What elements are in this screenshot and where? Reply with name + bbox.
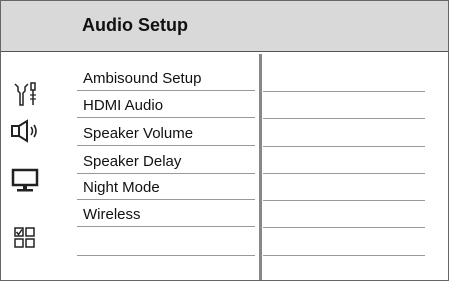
menu-item-ambisound-setup[interactable]: Ambisound Setup bbox=[77, 67, 255, 91]
menu-item-label: Speaker Volume bbox=[83, 125, 194, 142]
speaker-icon[interactable] bbox=[9, 116, 41, 146]
header-bar: Audio Setup bbox=[1, 1, 448, 52]
menu-item-night-mode[interactable]: Night Mode bbox=[77, 176, 255, 200]
submenu-row-separator bbox=[263, 146, 425, 147]
submenu-row-separator bbox=[263, 255, 425, 256]
column-divider bbox=[259, 54, 262, 280]
menu-item-hdmi-audio[interactable]: HDMI Audio bbox=[77, 94, 255, 118]
submenu-row-separator bbox=[263, 118, 425, 119]
menu-item-wireless[interactable]: Wireless bbox=[77, 203, 255, 227]
menu-item-label: HDMI Audio bbox=[83, 97, 164, 114]
menu-item-speaker-volume[interactable]: Speaker Volume bbox=[77, 122, 255, 146]
menu-item-label: Ambisound Setup bbox=[83, 70, 202, 87]
submenu-row-separator bbox=[263, 173, 425, 174]
menu-item-label: Night Mode bbox=[83, 179, 160, 196]
menu-item-label: Wireless bbox=[83, 206, 141, 223]
submenu-row-separator bbox=[263, 227, 425, 228]
preferences-icon[interactable] bbox=[9, 223, 41, 253]
menu-item-speaker-delay[interactable]: Speaker Delay bbox=[77, 150, 255, 174]
menu-row-separator bbox=[77, 255, 255, 256]
osd-window: Audio Setup Ambisound Setup HDMI Audio S… bbox=[0, 0, 449, 281]
submenu-row-separator bbox=[263, 200, 425, 201]
menu-item-label: Speaker Delay bbox=[83, 153, 182, 170]
submenu-row-separator bbox=[263, 91, 425, 92]
general-setup-icon[interactable] bbox=[9, 79, 41, 109]
monitor-icon[interactable] bbox=[9, 165, 41, 195]
page-title: Audio Setup bbox=[82, 15, 188, 35]
